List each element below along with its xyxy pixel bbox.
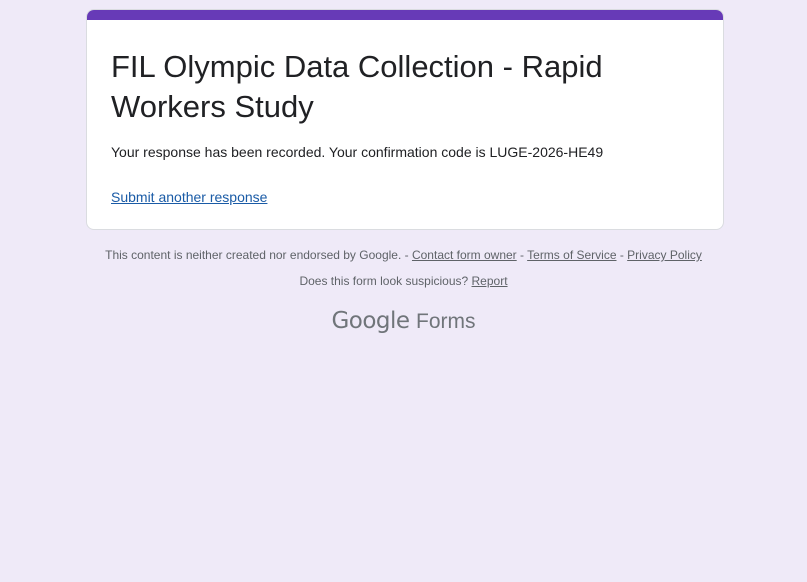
terms-of-service-link[interactable]: Terms of Service <box>527 248 616 262</box>
suspicious-text: Does this form look suspicious? <box>299 274 472 288</box>
footer-disclaimer: This content is neither created nor endo… <box>0 247 807 263</box>
card-accent-bar <box>87 10 723 20</box>
form-title: FIL Olympic Data Collection - Rapid Work… <box>111 49 603 124</box>
footer-suspicious: Does this form look suspicious? Report <box>0 273 807 289</box>
footer-separator: - <box>516 248 528 262</box>
report-link[interactable]: Report <box>472 274 508 288</box>
brand-product-text: Forms <box>416 310 476 333</box>
confirmation-message: Your response has been recorded. Your co… <box>111 144 604 160</box>
google-forms-logo: Google Forms <box>0 308 807 334</box>
footer-separator: - <box>616 248 628 262</box>
form-card: FIL Olympic Data Collection - Rapid Work… <box>86 9 724 230</box>
brand-google-text: Google <box>331 308 410 334</box>
disclaimer-text: This content is neither created nor endo… <box>105 248 412 262</box>
submit-another-response-link[interactable]: Submit another response <box>111 187 267 207</box>
privacy-policy-link[interactable]: Privacy Policy <box>627 248 702 262</box>
contact-form-owner-link[interactable]: Contact form owner <box>412 248 517 262</box>
